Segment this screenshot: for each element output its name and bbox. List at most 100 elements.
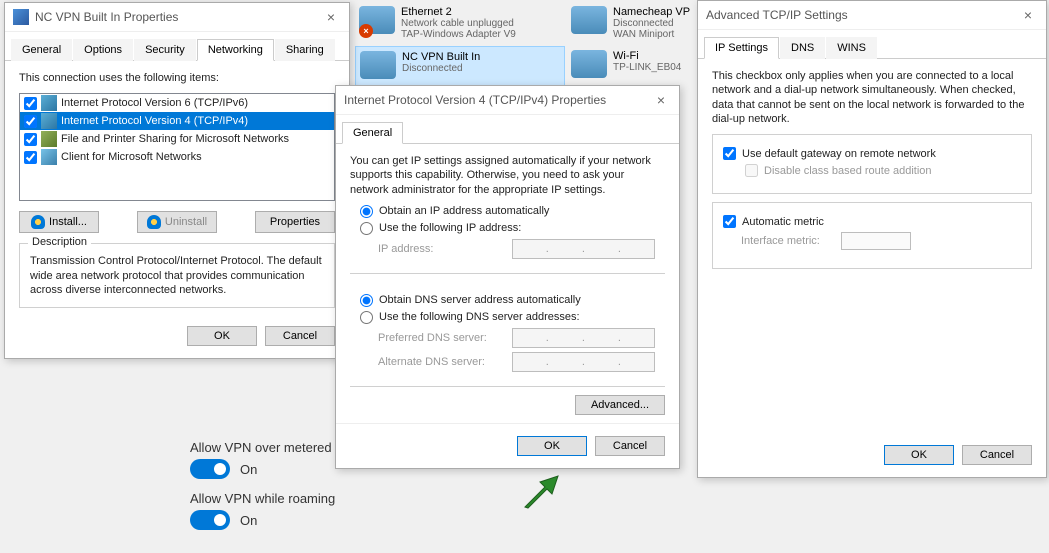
advanced-tabs: IP SettingsDNSWINS bbox=[698, 30, 1046, 59]
description-text: Transmission Control Protocol/Internet P… bbox=[30, 254, 324, 297]
toggle-roaming[interactable] bbox=[190, 510, 230, 530]
item-checkbox[interactable] bbox=[24, 115, 37, 128]
adv-intro: This checkbox only applies when you are … bbox=[712, 69, 1032, 126]
tab-wins[interactable]: WINS bbox=[826, 37, 877, 59]
use-ip-label: Use the following IP address: bbox=[379, 222, 521, 234]
items-label: This connection uses the following items… bbox=[19, 71, 335, 85]
adapter-name: NC VPN Built In bbox=[402, 51, 480, 63]
ip-address-input: ... bbox=[512, 239, 655, 259]
adapter-item[interactable]: NC VPN Built InDisconnected bbox=[355, 46, 565, 88]
disable-class-label: Disable class based route addition bbox=[764, 165, 932, 177]
cancel-button[interactable]: Cancel bbox=[265, 326, 335, 346]
tab-networking[interactable]: Networking bbox=[197, 39, 274, 61]
adapter-status: TP-LINK_EB04 bbox=[613, 62, 681, 73]
ip-address-label: IP address: bbox=[378, 243, 512, 255]
auto-metric-label: Automatic metric bbox=[742, 216, 824, 228]
adapter-item[interactable]: × Ethernet 2Network cable unpluggedTAP-W… bbox=[355, 2, 565, 44]
tab-sharing[interactable]: Sharing bbox=[275, 39, 335, 61]
adapter-name: Wi-Fi bbox=[613, 50, 681, 62]
iface-metric-label: Interface metric: bbox=[741, 235, 841, 247]
item-label: Client for Microsoft Networks bbox=[61, 151, 202, 163]
network-items-list[interactable]: Internet Protocol Version 6 (TCP/IPv6) In… bbox=[19, 93, 335, 201]
network-item[interactable]: File and Printer Sharing for Microsoft N… bbox=[20, 130, 334, 148]
dialog-title: Internet Protocol Version 4 (TCP/IPv4) P… bbox=[344, 93, 651, 107]
disconnected-icon: × bbox=[359, 24, 373, 38]
alt-dns-label: Alternate DNS server: bbox=[378, 356, 512, 368]
toggle-metered[interactable] bbox=[190, 459, 230, 479]
alt-dns-input: ... bbox=[512, 352, 655, 372]
toggle-state-on: On bbox=[240, 462, 257, 477]
obtain-dns-label: Obtain DNS server address automatically bbox=[379, 294, 581, 306]
adapter-status: Disconnected bbox=[613, 18, 690, 29]
ok-button[interactable]: OK bbox=[884, 445, 954, 465]
setting-metered-label: Allow VPN over metered n bbox=[190, 440, 342, 455]
toggle-state-on: On bbox=[240, 513, 257, 528]
dialog-title: NC VPN Built In Properties bbox=[35, 10, 321, 24]
adapter-icon: × bbox=[359, 6, 395, 38]
uninstall-button[interactable]: Uninstall bbox=[137, 211, 217, 233]
ok-button[interactable]: OK bbox=[517, 436, 587, 456]
item-checkbox[interactable] bbox=[24, 133, 37, 146]
vpn-settings-panel: Allow VPN over metered n On Allow VPN wh… bbox=[190, 440, 342, 542]
ipv4-properties-dialog: Internet Protocol Version 4 (TCP/IPv4) P… bbox=[335, 85, 680, 469]
adapter-icon bbox=[571, 6, 607, 38]
cancel-button[interactable]: Cancel bbox=[962, 445, 1032, 465]
checkbox-disable-class bbox=[745, 164, 758, 177]
adapter-name: Ethernet 2 bbox=[401, 6, 516, 18]
properties-tabs: GeneralOptionsSecurityNetworkingSharing bbox=[5, 32, 349, 61]
adapter-status: Disconnected bbox=[402, 63, 480, 74]
item-icon bbox=[41, 149, 57, 165]
use-gateway-label: Use default gateway on remote network bbox=[742, 148, 936, 160]
adapter-icon bbox=[360, 51, 396, 83]
cancel-button[interactable]: Cancel bbox=[595, 436, 665, 456]
shield-icon bbox=[147, 215, 161, 229]
checkbox-auto-metric[interactable] bbox=[723, 215, 736, 228]
properties-button[interactable]: Properties bbox=[255, 211, 335, 233]
pref-dns-input: ... bbox=[512, 328, 655, 348]
tab-ip-settings[interactable]: IP Settings bbox=[704, 37, 779, 59]
shield-icon bbox=[31, 215, 45, 229]
radio-obtain-ip[interactable] bbox=[360, 205, 373, 218]
radio-obtain-dns[interactable] bbox=[360, 294, 373, 307]
network-item[interactable]: Internet Protocol Version 4 (TCP/IPv4) bbox=[20, 112, 334, 130]
network-item[interactable]: Internet Protocol Version 6 (TCP/IPv6) bbox=[20, 94, 334, 112]
description-legend: Description bbox=[28, 236, 91, 248]
pref-dns-label: Preferred DNS server: bbox=[378, 332, 512, 344]
advanced-button[interactable]: Advanced... bbox=[575, 395, 665, 415]
radio-use-dns[interactable] bbox=[360, 311, 373, 324]
adapter-name: Namecheap VP bbox=[613, 6, 690, 18]
adapter-desc: WAN Miniport bbox=[613, 29, 690, 40]
item-checkbox[interactable] bbox=[24, 151, 37, 164]
adapter-status: Network cable unplugged bbox=[401, 18, 516, 29]
radio-use-ip[interactable] bbox=[360, 222, 373, 235]
item-checkbox[interactable] bbox=[24, 97, 37, 110]
install-button[interactable]: Install... bbox=[19, 211, 99, 233]
iface-metric-input bbox=[841, 232, 911, 250]
checkbox-use-gateway[interactable] bbox=[723, 147, 736, 160]
ipv4-intro: You can get IP settings assigned automat… bbox=[350, 154, 665, 197]
tab-options[interactable]: Options bbox=[73, 39, 133, 61]
tab-dns[interactable]: DNS bbox=[780, 37, 825, 59]
tab-security[interactable]: Security bbox=[134, 39, 196, 61]
tab-general[interactable]: General bbox=[11, 39, 72, 61]
network-icon bbox=[13, 9, 29, 25]
network-item[interactable]: Client for Microsoft Networks bbox=[20, 148, 334, 166]
adapter-desc: TAP-Windows Adapter V9 bbox=[401, 29, 516, 40]
advanced-tcpip-dialog: Advanced TCP/IP Settings × IP SettingsDN… bbox=[697, 0, 1047, 478]
item-label: Internet Protocol Version 6 (TCP/IPv6) bbox=[61, 97, 248, 109]
item-label: Internet Protocol Version 4 (TCP/IPv4) bbox=[61, 115, 248, 127]
close-icon[interactable]: × bbox=[321, 9, 341, 25]
obtain-ip-label: Obtain an IP address automatically bbox=[379, 205, 549, 217]
properties-dialog: NC VPN Built In Properties × GeneralOpti… bbox=[4, 2, 350, 359]
setting-roaming-label: Allow VPN while roaming bbox=[190, 491, 342, 506]
item-icon bbox=[41, 131, 57, 147]
use-dns-label: Use the following DNS server addresses: bbox=[379, 311, 580, 323]
item-icon bbox=[41, 95, 57, 111]
tab-general[interactable]: General bbox=[342, 122, 403, 144]
item-icon bbox=[41, 113, 57, 129]
close-icon[interactable]: × bbox=[651, 92, 671, 108]
adapter-icon bbox=[571, 50, 607, 82]
item-label: File and Printer Sharing for Microsoft N… bbox=[61, 133, 289, 145]
close-icon[interactable]: × bbox=[1018, 7, 1038, 23]
ok-button[interactable]: OK bbox=[187, 326, 257, 346]
